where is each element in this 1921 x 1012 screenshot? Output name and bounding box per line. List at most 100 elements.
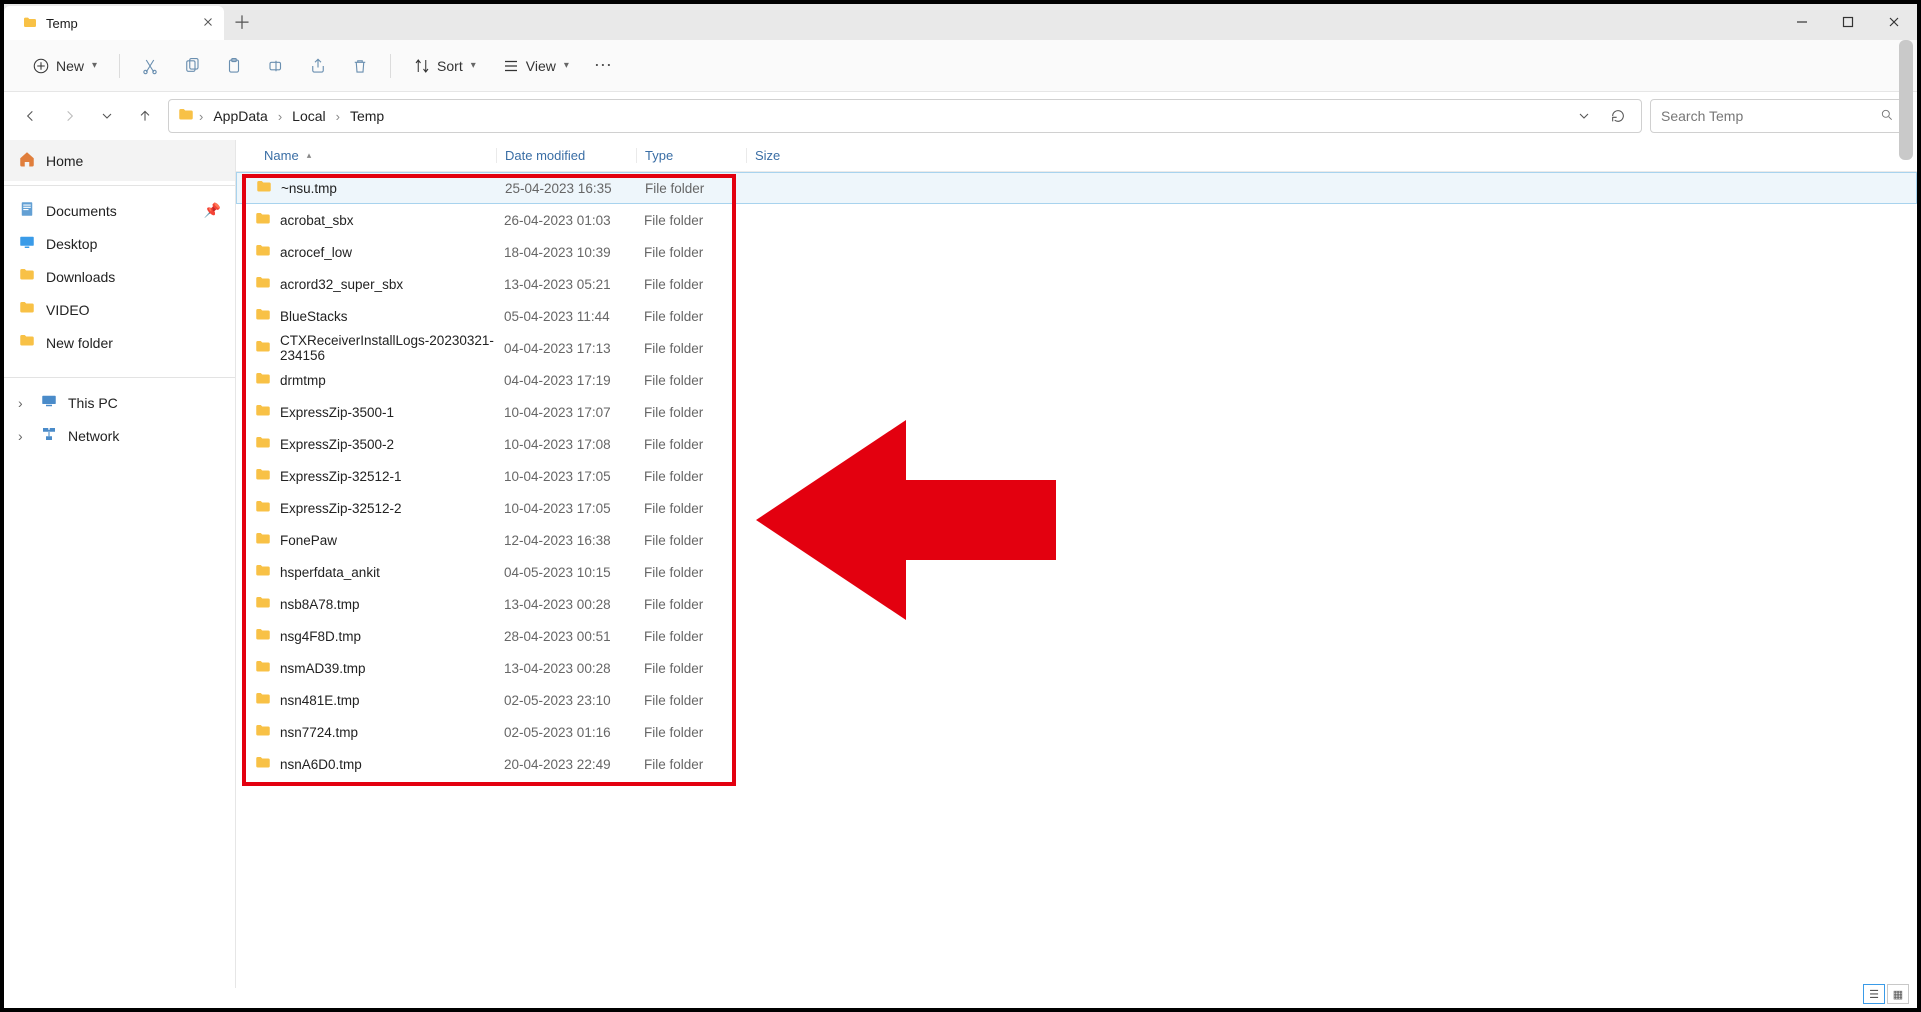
table-row[interactable]: drmtmp04-04-2023 17:19File folder	[236, 364, 1917, 396]
toolbar: New ▾ Sort ▾ View ▾ ⋯	[4, 40, 1917, 92]
search-icon	[1880, 108, 1894, 125]
sidebar-item-desktop[interactable]: Desktop	[4, 227, 235, 260]
table-row[interactable]: nsn7724.tmp02-05-2023 01:16File folder	[236, 716, 1917, 748]
table-row[interactable]: FonePaw12-04-2023 16:38File folder	[236, 524, 1917, 556]
table-row[interactable]: acrocef_low18-04-2023 10:39File folder	[236, 236, 1917, 268]
more-button[interactable]: ⋯	[585, 48, 621, 84]
tab-close-button[interactable]	[202, 15, 214, 31]
delete-button[interactable]	[342, 48, 378, 84]
rename-button[interactable]	[258, 48, 294, 84]
view-button[interactable]: View ▾	[492, 51, 579, 81]
table-row[interactable]: nsmAD39.tmp13-04-2023 00:28File folder	[236, 652, 1917, 684]
address-dropdown-button[interactable]	[1569, 101, 1599, 131]
file-name: drmtmp	[280, 373, 326, 388]
breadcrumb[interactable]: Temp	[344, 106, 390, 126]
table-row[interactable]: BlueStacks05-04-2023 11:44File folder	[236, 300, 1917, 332]
folder-icon	[254, 658, 272, 679]
minimize-button[interactable]	[1779, 4, 1825, 40]
file-name: ExpressZip-32512-2	[280, 501, 402, 516]
table-row[interactable]: ExpressZip-3500-110-04-2023 17:07File fo…	[236, 396, 1917, 428]
window-tab[interactable]: Temp	[4, 6, 224, 40]
breadcrumb[interactable]: AppData	[207, 106, 273, 126]
titlebar: Temp ＋	[4, 4, 1917, 40]
file-name: ExpressZip-32512-1	[280, 469, 402, 484]
column-label: Size	[755, 148, 780, 163]
sidebar-item-network[interactable]: › Network	[4, 419, 235, 452]
sidebar-item-documents[interactable]: Documents 📌	[4, 194, 235, 227]
toolbar-divider	[119, 54, 120, 78]
chevron-down-icon: ▾	[471, 60, 476, 71]
file-type: File folder	[636, 245, 746, 260]
folder-icon	[255, 178, 273, 199]
file-date: 28-04-2023 00:51	[496, 629, 636, 644]
chevron-right-icon: ›	[336, 109, 340, 124]
table-row[interactable]: acrobat_sbx26-04-2023 01:03File folder	[236, 204, 1917, 236]
folder-icon	[254, 754, 272, 775]
sidebar-item-downloads[interactable]: Downloads	[4, 260, 235, 293]
file-name: FonePaw	[280, 533, 337, 548]
sidebar-item-video[interactable]: VIDEO	[4, 293, 235, 326]
search-input[interactable]: Search Temp	[1650, 99, 1905, 133]
file-date: 13-04-2023 00:28	[496, 597, 636, 612]
sidebar-item-thispc[interactable]: › This PC	[4, 386, 235, 419]
file-type: File folder	[636, 597, 746, 612]
table-row[interactable]: nsn481E.tmp02-05-2023 23:10File folder	[236, 684, 1917, 716]
back-button[interactable]	[16, 101, 46, 131]
share-button[interactable]	[300, 48, 336, 84]
maximize-button[interactable]	[1825, 4, 1871, 40]
file-date: 04-04-2023 17:19	[496, 373, 636, 388]
folder-icon	[254, 498, 272, 519]
view-label: View	[526, 58, 556, 74]
column-header-size[interactable]: Size	[746, 148, 846, 163]
file-type: File folder	[637, 181, 747, 196]
sort-button[interactable]: Sort ▾	[403, 51, 486, 81]
file-date: 18-04-2023 10:39	[496, 245, 636, 260]
details-view-toggle[interactable]: ☰	[1863, 984, 1885, 1004]
up-button[interactable]	[130, 101, 160, 131]
sidebar-home[interactable]: Home	[4, 140, 235, 181]
table-row[interactable]: ~nsu.tmp25-04-2023 16:35File folder	[236, 172, 1917, 204]
close-window-button[interactable]	[1871, 4, 1917, 40]
paste-button[interactable]	[216, 48, 252, 84]
table-row[interactable]: nsg4F8D.tmp28-04-2023 00:51File folder	[236, 620, 1917, 652]
documents-icon	[18, 200, 36, 221]
refresh-button[interactable]	[1603, 101, 1633, 131]
sidebar-item-label: Documents	[46, 203, 117, 219]
vertical-scrollbar[interactable]	[1899, 40, 1913, 160]
home-icon	[18, 150, 36, 171]
recent-locations-button[interactable]	[92, 101, 122, 131]
table-row[interactable]: hsperfdata_ankit04-05-2023 10:15File fol…	[236, 556, 1917, 588]
column-header-name[interactable]: Name ▴	[236, 148, 496, 163]
forward-button[interactable]	[54, 101, 84, 131]
column-header-date[interactable]: Date modified	[496, 148, 636, 163]
table-row[interactable]: nsnA6D0.tmp20-04-2023 22:49File folder	[236, 748, 1917, 780]
new-button[interactable]: New ▾	[22, 51, 107, 81]
table-row[interactable]: ExpressZip-32512-210-04-2023 17:05File f…	[236, 492, 1917, 524]
sort-label: Sort	[437, 58, 463, 74]
file-list[interactable]: ~nsu.tmp25-04-2023 16:35File folderacrob…	[236, 172, 1917, 988]
table-row[interactable]: ExpressZip-3500-210-04-2023 17:08File fo…	[236, 428, 1917, 460]
address-row: › AppData › Local › Temp Search Temp	[4, 92, 1917, 140]
breadcrumb[interactable]: Local	[286, 106, 331, 126]
table-row[interactable]: ExpressZip-32512-110-04-2023 17:05File f…	[236, 460, 1917, 492]
copy-button[interactable]	[174, 48, 210, 84]
cut-button[interactable]	[132, 48, 168, 84]
icons-view-toggle[interactable]: ▦	[1887, 984, 1909, 1004]
file-date: 10-04-2023 17:05	[496, 501, 636, 516]
file-name: ExpressZip-3500-1	[280, 405, 394, 420]
table-row[interactable]: CTXReceiverInstallLogs-20230321-23415604…	[236, 332, 1917, 364]
sidebar-item-newfolder[interactable]: New folder	[4, 326, 235, 359]
address-bar[interactable]: › AppData › Local › Temp	[168, 99, 1642, 133]
file-date: 05-04-2023 11:44	[496, 309, 636, 324]
folder-icon	[254, 338, 272, 359]
tab-title: Temp	[46, 16, 78, 31]
column-headers: Name ▴ Date modified Type Size	[236, 140, 1917, 172]
pin-icon: 📌	[204, 202, 221, 219]
table-row[interactable]: nsb8A78.tmp13-04-2023 00:28File folder	[236, 588, 1917, 620]
new-tab-button[interactable]: ＋	[224, 4, 260, 40]
file-name: ~nsu.tmp	[281, 181, 337, 196]
sidebar-item-label: This PC	[68, 395, 118, 411]
table-row[interactable]: acrord32_super_sbx13-04-2023 05:21File f…	[236, 268, 1917, 300]
file-date: 13-04-2023 00:28	[496, 661, 636, 676]
column-header-type[interactable]: Type	[636, 148, 746, 163]
